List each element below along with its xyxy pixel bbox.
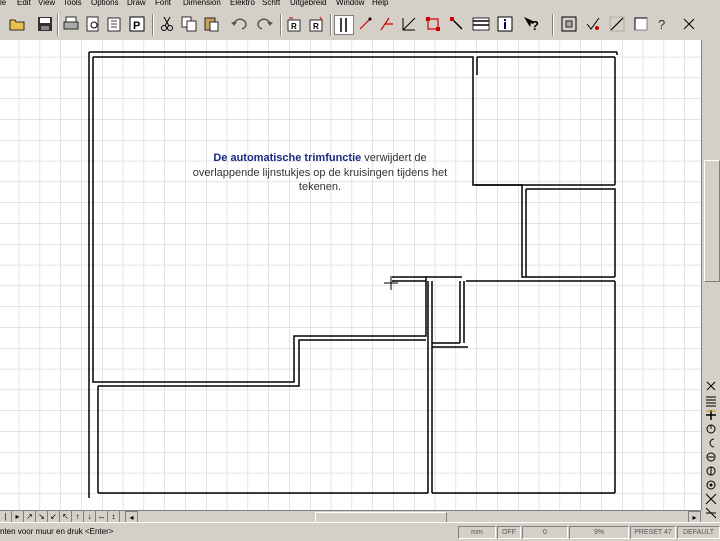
- trim-icon[interactable]: [378, 15, 396, 33]
- menu-schft[interactable]: Schft: [262, 0, 280, 8]
- tab-icon-7[interactable]: ↔: [96, 511, 108, 522]
- menu-edit[interactable]: Edit: [17, 0, 31, 8]
- rail-copy-icon[interactable]: [703, 450, 719, 463]
- cut-icon[interactable]: [158, 15, 176, 33]
- menu-font[interactable]: Font: [155, 0, 171, 8]
- prev-page-icon[interactable]: ▸: [12, 511, 24, 522]
- menu-elektro[interactable]: Elektro: [230, 0, 255, 8]
- rail-back-icon[interactable]: [703, 436, 719, 449]
- wall-icon[interactable]: [334, 15, 354, 35]
- status-bar: nten voor muur en druk <Enter> mm OFF 0 …: [0, 522, 720, 541]
- tab-icon-5[interactable]: ↑: [72, 511, 84, 522]
- svg-text:?: ?: [658, 17, 665, 32]
- rail-snap-icon[interactable]: [703, 492, 719, 505]
- drawing-canvas[interactable]: De automatische trimfunctie verwijdert d…: [0, 40, 701, 510]
- rail-grid-icon[interactable]: [703, 506, 719, 519]
- info-icon[interactable]: [496, 15, 514, 33]
- copy-icon[interactable]: [180, 15, 198, 33]
- status-preset: PRESET 47: [630, 526, 676, 539]
- undo-icon[interactable]: [230, 15, 248, 33]
- refresh-icon[interactable]: R: [307, 15, 325, 33]
- menu-options[interactable]: Options: [91, 0, 119, 8]
- menu-draw[interactable]: Draw: [127, 0, 146, 8]
- tab-icon-8[interactable]: ↕: [108, 511, 120, 522]
- menu-uitgebreid[interactable]: Uitgebreid: [290, 0, 326, 8]
- status-angle: 0: [522, 526, 568, 539]
- svg-text:?: ?: [531, 18, 539, 33]
- paste-special-icon[interactable]: [106, 15, 124, 33]
- status-zoom: 9%: [569, 526, 629, 539]
- node-icon[interactable]: [400, 15, 418, 33]
- floor-plan[interactable]: [0, 40, 701, 510]
- grid: [0, 40, 701, 510]
- trim-function-note: De automatische trimfunctie verwijdert d…: [180, 151, 460, 195]
- delete-segment-icon[interactable]: [448, 15, 466, 33]
- rail-layer-icon[interactable]: [703, 478, 719, 491]
- line-icon[interactable]: [608, 15, 626, 33]
- menu-window[interactable]: Window: [336, 0, 364, 8]
- tab-icon-1[interactable]: ↗: [24, 511, 36, 522]
- svg-text:R: R: [313, 22, 319, 31]
- rail-rotate-icon[interactable]: [703, 422, 719, 435]
- help-icon[interactable]: ?: [654, 15, 672, 33]
- paste-icon[interactable]: [202, 15, 220, 33]
- svg-text:R: R: [291, 22, 297, 31]
- print-icon[interactable]: [62, 15, 80, 33]
- rail-list-icon[interactable]: [703, 394, 719, 407]
- tab-icon-2[interactable]: ↘: [36, 511, 48, 522]
- tab-icon-6[interactable]: ↓: [84, 511, 96, 522]
- snap-icon[interactable]: [584, 15, 602, 33]
- rail-plus-icon[interactable]: [703, 408, 719, 421]
- rail-close-icon[interactable]: [703, 379, 719, 392]
- tab-icon-4[interactable]: ↖: [60, 511, 72, 522]
- menu-help[interactable]: Help: [372, 0, 388, 8]
- status-layer: DEFAULT: [677, 526, 720, 539]
- print-preview-icon[interactable]: [84, 15, 102, 33]
- status-snap: OFF: [497, 526, 521, 539]
- help-context-icon[interactable]: ?: [522, 15, 540, 33]
- first-page-icon[interactable]: |: [0, 511, 12, 522]
- menu-dimension[interactable]: Dimension: [183, 0, 221, 8]
- rail-mirror-icon[interactable]: [703, 464, 719, 477]
- redraw-icon[interactable]: R: [285, 15, 303, 33]
- paste-p-icon[interactable]: P: [128, 15, 146, 33]
- line-tool-icon[interactable]: [356, 15, 374, 33]
- save-icon[interactable]: [36, 15, 54, 33]
- square-icon[interactable]: [632, 15, 650, 33]
- toolbar: P R R ? ?: [0, 10, 720, 41]
- layer-icon[interactable]: [472, 15, 490, 33]
- note-highlight: De automatische trimfunctie: [213, 152, 362, 164]
- tab-icon-3[interactable]: ↙: [48, 511, 60, 522]
- command-prompt: nten voor muur en druk <Enter>: [0, 527, 114, 536]
- status-unit: mm: [458, 526, 496, 539]
- menu-tools[interactable]: Tools: [63, 0, 82, 8]
- open-folder-icon[interactable]: [8, 15, 26, 33]
- zoom-window-icon[interactable]: [560, 15, 578, 33]
- close-icon[interactable]: [680, 15, 698, 33]
- select-box-icon[interactable]: [424, 15, 442, 33]
- menu-view[interactable]: View: [38, 0, 55, 8]
- menu-bar: le Edit View Tools Options Draw Font Dim…: [0, 0, 720, 10]
- svg-text:P: P: [133, 20, 140, 32]
- vertical-scrollbar[interactable]: [701, 40, 720, 531]
- redo-icon[interactable]: [256, 15, 274, 33]
- vertical-scroll-thumb[interactable]: [704, 160, 720, 282]
- menu-file[interactable]: le: [0, 0, 6, 8]
